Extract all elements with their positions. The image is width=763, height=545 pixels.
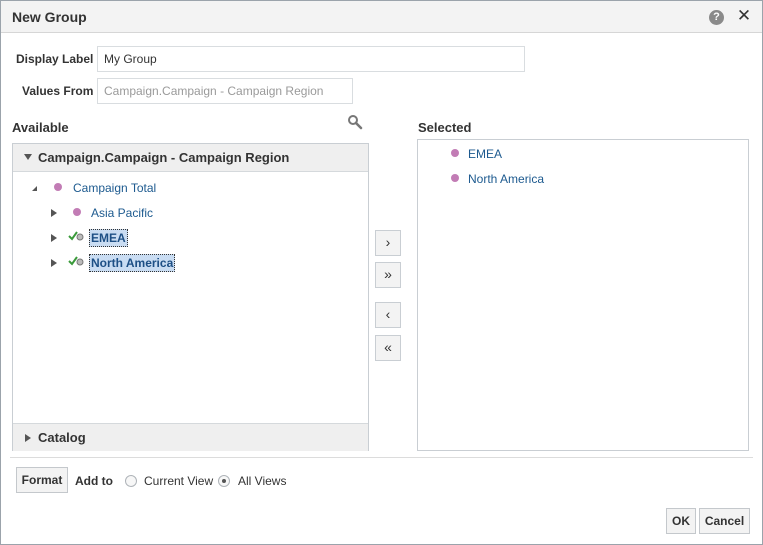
dialog-title: New Group xyxy=(12,9,87,25)
help-icon[interactable]: ? xyxy=(709,10,724,25)
campaign-region-accordion[interactable]: Campaign.Campaign - Campaign Region xyxy=(13,144,368,172)
member-dot-icon xyxy=(451,149,459,157)
expand-arrow-icon[interactable] xyxy=(51,209,57,217)
tree-item-label[interactable]: Campaign Total xyxy=(73,181,156,195)
display-label-input[interactable]: My Group xyxy=(97,46,525,72)
display-label-label: Display Label xyxy=(16,52,94,66)
catalog-title: Catalog xyxy=(38,430,86,445)
member-dot-icon xyxy=(54,183,62,191)
selected-heading: Selected xyxy=(418,120,472,135)
footer-divider xyxy=(10,457,753,458)
tree-row-child[interactable]: Asia Pacific xyxy=(13,203,368,223)
tree-row-root[interactable]: Campaign Total xyxy=(13,178,368,198)
tree-item-label[interactable]: EMEA xyxy=(89,229,128,247)
close-icon[interactable]: ✕ xyxy=(736,7,752,25)
values-from-field: Campaign.Campaign - Campaign Region xyxy=(97,78,353,104)
selected-item-label[interactable]: North America xyxy=(468,172,544,186)
selected-item-label[interactable]: EMEA xyxy=(468,147,502,161)
expand-arrow-icon[interactable] xyxy=(51,259,57,267)
available-heading: Available xyxy=(12,120,69,135)
ok-button[interactable]: OK xyxy=(666,508,696,534)
selected-list-item[interactable]: North America xyxy=(418,169,748,189)
move-all-button[interactable]: » xyxy=(375,262,401,288)
add-to-label: Add to xyxy=(75,474,113,488)
selected-check-icon xyxy=(68,256,84,266)
new-group-dialog: New Group ? ✕ Display Label My Group Val… xyxy=(0,0,763,545)
collapse-arrow-icon[interactable] xyxy=(32,186,37,191)
available-panel: Campaign.Campaign - Campaign Region Camp… xyxy=(12,143,369,451)
collapse-arrow-icon xyxy=(24,154,32,160)
current-view-radio[interactable] xyxy=(125,475,137,487)
dialog-titlebar: New Group ? ✕ xyxy=(1,1,762,33)
remove-button[interactable]: ‹ xyxy=(375,302,401,328)
move-button[interactable]: › xyxy=(375,230,401,256)
format-button[interactable]: Format xyxy=(16,467,68,493)
selected-check-icon xyxy=(68,231,84,241)
selected-panel: EMEA North America xyxy=(417,139,749,451)
all-views-label[interactable]: All Views xyxy=(238,474,286,488)
current-view-label[interactable]: Current View xyxy=(144,474,213,488)
search-icon[interactable] xyxy=(347,114,363,130)
values-from-label: Values From xyxy=(22,84,94,98)
member-dot-icon xyxy=(451,174,459,182)
expand-arrow-icon xyxy=(25,434,31,442)
tree-row-child[interactable]: North America xyxy=(13,253,368,273)
tree-item-label[interactable]: North America xyxy=(89,254,176,272)
expand-arrow-icon[interactable] xyxy=(51,234,57,242)
remove-all-button[interactable]: « xyxy=(375,335,401,361)
member-dot-icon xyxy=(73,208,81,216)
cancel-button[interactable]: Cancel xyxy=(699,508,750,534)
tree-row-child[interactable]: EMEA xyxy=(13,228,368,248)
tree-item-label[interactable]: Asia Pacific xyxy=(91,206,153,220)
catalog-accordion[interactable]: Catalog xyxy=(13,423,368,451)
selected-list-item[interactable]: EMEA xyxy=(418,144,748,164)
campaign-region-title: Campaign.Campaign - Campaign Region xyxy=(38,150,290,165)
all-views-radio[interactable] xyxy=(218,475,230,487)
